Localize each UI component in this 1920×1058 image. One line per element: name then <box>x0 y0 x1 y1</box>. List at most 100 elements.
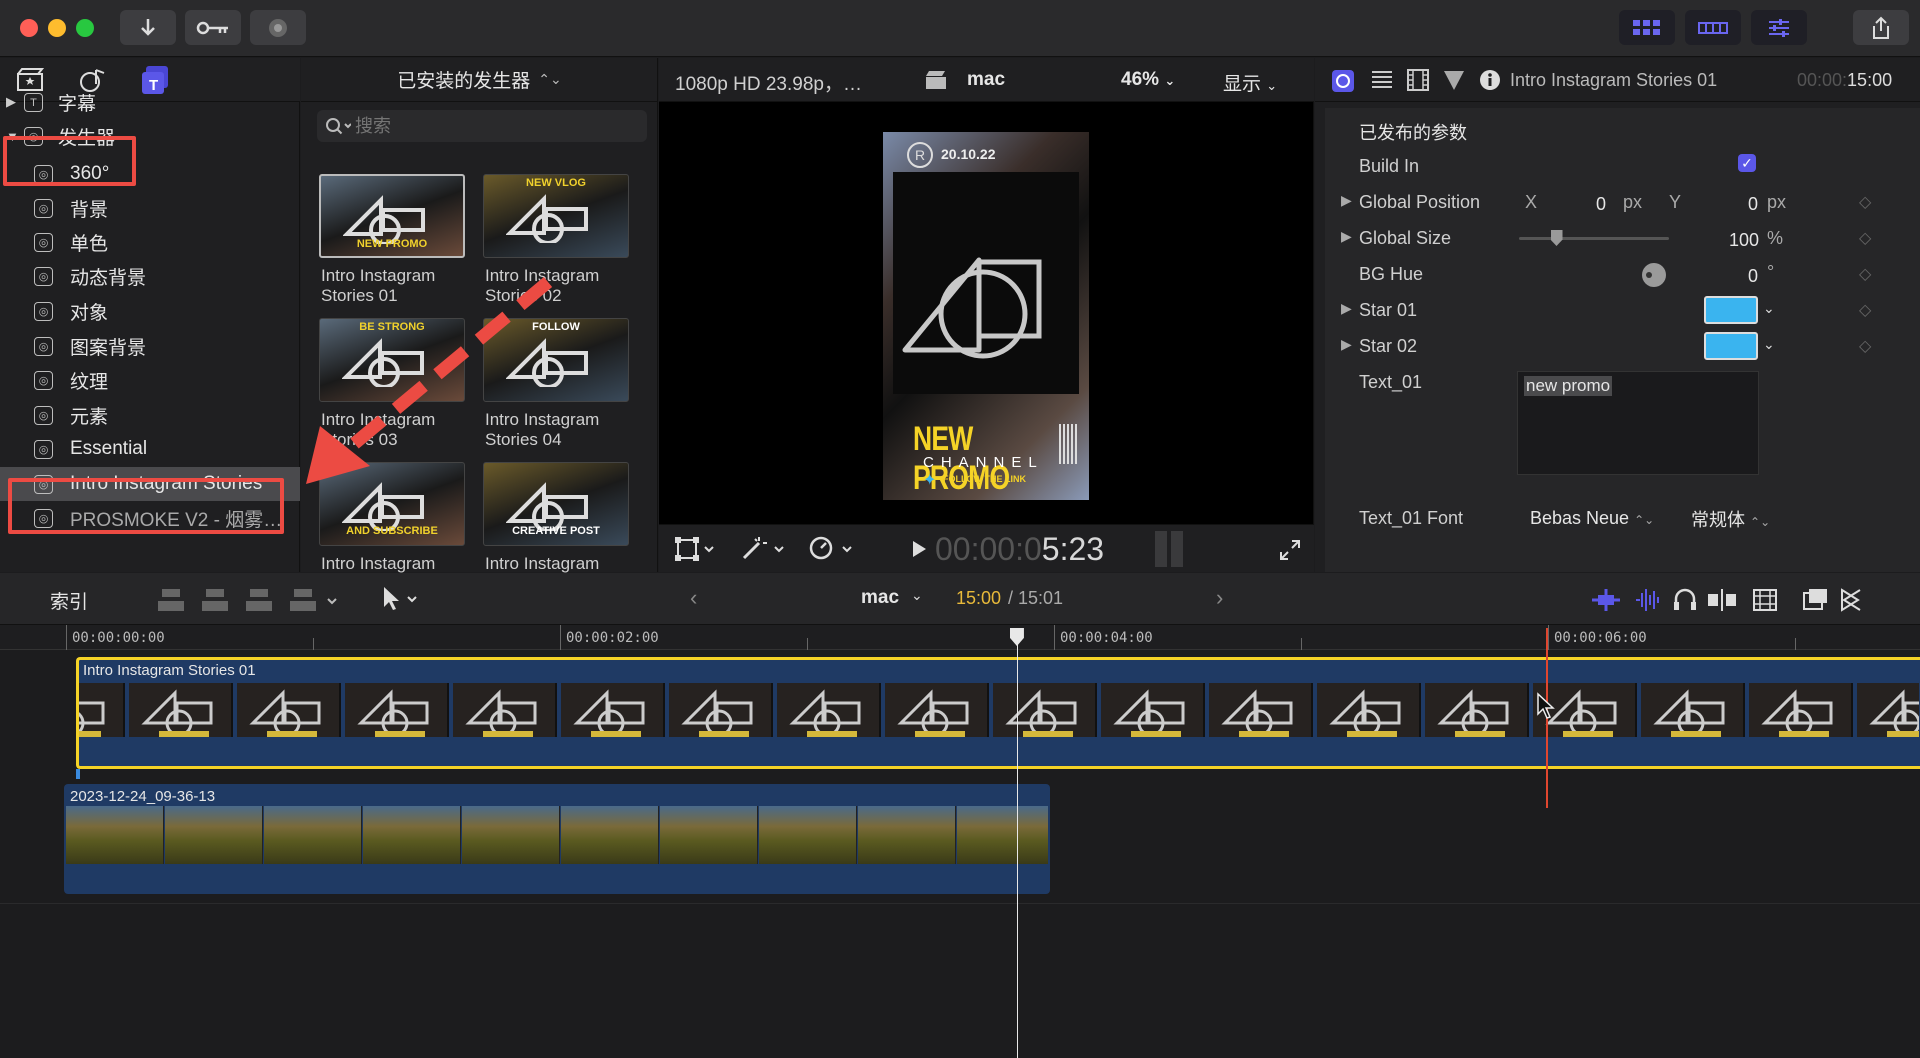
shapes-graphic <box>561 683 663 737</box>
build-in-checkbox[interactable]: ✓ <box>1738 154 1756 172</box>
inspector-toggle-button[interactable] <box>1751 10 1807 45</box>
disclosure-triangle-icon[interactable]: ▶ <box>1341 192 1352 209</box>
size-slider-track[interactable] <box>1519 237 1669 240</box>
timeline-tools-group[interactable] <box>1590 587 1890 613</box>
star01-color-well[interactable] <box>1704 296 1758 324</box>
zoom-level[interactable]: 46% ⌄ <box>1121 69 1175 91</box>
sidebar-item[interactable]: ◎ 图案背景 <box>0 329 300 363</box>
generator-icon: ◎ <box>34 302 53 321</box>
import-button[interactable] <box>120 10 176 45</box>
size-slider-knob[interactable] <box>1550 230 1563 246</box>
keyframe-icon[interactable]: ◇ <box>1859 300 1871 320</box>
library-title[interactable]: 已安装的发生器 ⌃⌄ <box>301 58 658 102</box>
style-selector[interactable]: 常规体 ⌃⌄ <box>1691 506 1770 532</box>
generator-icon: ◎ <box>34 233 53 252</box>
shapes-graphic <box>1317 683 1419 737</box>
sidebar-item[interactable]: ◎ 动态背景 <box>0 259 300 293</box>
sidebar-item[interactable]: ◎ 背景 <box>0 191 300 225</box>
clapper-icon <box>926 71 946 89</box>
thumbnail-tag: NEW PROMO <box>356 238 428 250</box>
zoom-window-button[interactable] <box>76 19 94 37</box>
chevron-down-icon[interactable]: ⌄ <box>911 587 923 604</box>
viewer-timecode[interactable]: 00:00:05:23 <box>935 531 1104 568</box>
hue-dial[interactable] <box>1642 263 1666 287</box>
chevron-down-icon[interactable]: ⌄ <box>1763 336 1775 353</box>
download-arrow-icon <box>141 18 155 36</box>
magic-wand-icon[interactable] <box>741 535 787 561</box>
pos-y-unit: px <box>1767 192 1787 212</box>
share-icon <box>1873 16 1889 39</box>
sidebar-item-label: 纹理 <box>70 371 109 393</box>
filmstrip-frame <box>1425 683 1529 737</box>
video-clip[interactable]: 2023-12-24_09-36-13 <box>64 784 1050 894</box>
generator-thumbnail[interactable]: NEW PROMO <box>319 174 465 258</box>
share-button[interactable] <box>1853 10 1909 45</box>
filmstrip-frame <box>885 683 989 737</box>
select-tool-icon[interactable] <box>378 585 422 613</box>
font-value: Bebas Neue <box>1530 508 1630 528</box>
chevron-down-icon[interactable]: ⌄ <box>1763 300 1775 317</box>
sidebar-item[interactable]: ◎ 单色 <box>0 225 300 259</box>
background-tasks-button[interactable] <box>250 10 306 45</box>
shapes-graphic <box>1209 683 1311 737</box>
close-window-button[interactable] <box>20 19 38 37</box>
timeline-ruler[interactable]: 00:00:00:00 00:00:02:00 00:00:04:00 00:00:0… <box>0 625 1920 650</box>
sidebar-item[interactable]: ◎ 元素 <box>0 398 300 432</box>
timeline-tracks: Intro Instagram Stories 01 2023-12-24_09… <box>0 651 1920 1058</box>
title-bar <box>0 0 1920 57</box>
zoom-value: 46% <box>1121 69 1160 90</box>
transform-menu-icon[interactable] <box>675 537 717 561</box>
keywords-button[interactable] <box>185 10 241 45</box>
disclosure-triangle-icon[interactable]: ▶ <box>1341 300 1352 317</box>
browser-toggle-button[interactable] <box>1619 10 1675 45</box>
format-label[interactable]: 1080p HD 23.98p，… <box>675 69 862 96</box>
display-menu[interactable]: 显示 ⌄ <box>1223 69 1277 96</box>
up-down-chevron-icon: ⌃⌄ <box>1634 513 1655 527</box>
minimize-window-button[interactable] <box>48 19 66 37</box>
sidebar-item[interactable]: ▶ T 字幕 <box>0 85 300 119</box>
generator-clip[interactable]: Intro Instagram Stories 01 <box>76 657 1920 769</box>
search-field[interactable] <box>317 110 647 142</box>
disclosure-triangle-icon[interactable]: ▶ <box>1341 336 1352 353</box>
preview-follow: FOLLOW THE LINK <box>943 474 1026 484</box>
sidebar-item[interactable]: ◎ 对象 <box>0 294 300 328</box>
speed-gauge-icon[interactable] <box>809 535 855 561</box>
sidebar-item-label: 图案背景 <box>70 337 147 359</box>
generator-thumbnail[interactable]: NEW VLOG <box>483 174 629 258</box>
play-icon[interactable] <box>911 540 927 558</box>
bg-hue-label: BG Hue <box>1359 264 1424 284</box>
text01-textarea[interactable]: new promo <box>1517 371 1759 475</box>
star02-color-well[interactable] <box>1704 332 1758 360</box>
sidebar-item[interactable]: ◎ Essential <box>0 432 300 466</box>
keyframe-icon[interactable]: ◇ <box>1859 264 1871 284</box>
clip-appearance-icon <box>1753 589 1777 611</box>
keyframe-icon[interactable]: ◇ <box>1859 336 1871 356</box>
sidebar-item[interactable]: ◎ 纹理 <box>0 363 300 397</box>
project-name[interactable]: mac <box>861 587 899 609</box>
star02-label: Star 02 <box>1359 336 1418 356</box>
back-arrow-icon[interactable]: ‹ <box>690 585 697 611</box>
shapes-graphic <box>129 683 231 737</box>
keyframe-icon[interactable]: ◇ <box>1859 228 1871 248</box>
index-button[interactable]: 索引 <box>50 587 88 614</box>
timeline-toggle-button[interactable] <box>1685 10 1741 45</box>
playhead[interactable] <box>1016 628 1018 1058</box>
filmstrip-frame <box>345 683 449 737</box>
hue-value[interactable]: 0 <box>1748 266 1758 287</box>
sidebar-item-label: 单色 <box>70 233 109 255</box>
disclosure-triangle-icon[interactable]: ▶ <box>1341 228 1352 245</box>
edit-buttons-group[interactable] <box>158 585 348 615</box>
thumbnail-caption: Intro Instagram <box>321 554 436 573</box>
size-value[interactable]: 100 <box>1729 230 1759 251</box>
generator-icon: ◎ <box>34 440 53 459</box>
disclosure-closed-icon[interactable]: ▶ <box>6 94 16 110</box>
font-selector[interactable]: Bebas Neue ⌃⌄ <box>1530 508 1654 529</box>
keyframe-icon[interactable]: ◇ <box>1859 192 1871 212</box>
checkmark-icon: ✓ <box>1741 154 1753 171</box>
search-input[interactable] <box>355 114 635 138</box>
fullscreen-icon[interactable] <box>1279 539 1301 561</box>
sidebar-item-label: 动态背景 <box>70 267 147 289</box>
pos-x-value[interactable]: 0 <box>1596 194 1606 215</box>
forward-arrow-icon[interactable]: › <box>1216 585 1223 611</box>
pos-y-value[interactable]: 0 <box>1748 194 1758 215</box>
